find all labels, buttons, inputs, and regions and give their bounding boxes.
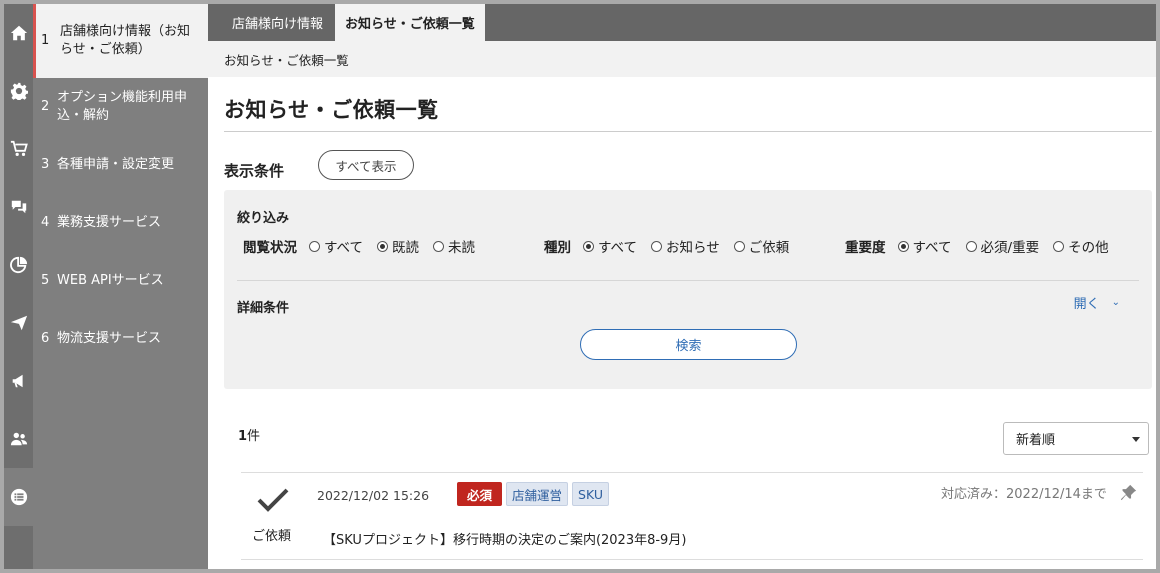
sort-value: 新着順: [1016, 433, 1056, 448]
pin-icon[interactable]: [1120, 484, 1137, 501]
users-icon[interactable]: [4, 410, 33, 468]
sidebar-item-label: 各種申請・設定変更: [57, 157, 175, 172]
divider: [241, 472, 1143, 473]
radio-read-unread[interactable]: 未読: [433, 236, 475, 256]
sidebar-item-store-info[interactable]: 1 店舗様向け情報（お知らせ・ご依頼）: [33, 4, 208, 78]
breadcrumb: お知らせ・ご依頼一覧: [208, 41, 1156, 77]
filter-group-label: 閲覧状況: [243, 240, 297, 256]
sidebar-item-label: 業務支援サービス: [57, 215, 162, 230]
radio-dot: [309, 240, 320, 252]
radio-label: すべて: [598, 240, 638, 256]
app-frame: 1 店舗様向け情報（お知らせ・ご依頼） 2 オプション機能利用申込・解約 3 各…: [4, 4, 1156, 569]
sidebar-item-applications[interactable]: 3 各種申請・設定変更: [33, 136, 208, 194]
tab-store-info[interactable]: 店舗様向け情報: [208, 4, 335, 41]
sidebar-item-web-api[interactable]: 5 WEB APIサービス: [33, 252, 208, 310]
sidebar-item-logistics[interactable]: 6 物流支援サービス: [33, 310, 208, 368]
sidebar-item-label: 物流支援サービス: [57, 331, 162, 346]
search-button[interactable]: 検索: [580, 329, 797, 360]
radio-label: 未読: [448, 240, 476, 256]
filter-group-type: 種別 すべて お知らせ ご依頼: [544, 236, 803, 256]
radio-dot: [897, 240, 909, 252]
radio-dot: [583, 240, 594, 252]
open-details-link[interactable]: 開く ⌄: [1074, 293, 1120, 312]
radio-dot: [965, 240, 977, 252]
tab-notice-list[interactable]: お知らせ・ご依頼一覧: [335, 4, 485, 41]
radio-label: すべて: [324, 240, 364, 256]
filter-group-importance: 重要度 すべて 必須/重要 その他: [845, 236, 1123, 256]
item-date: 2022/12/02 15:26: [317, 488, 430, 503]
list-icon[interactable]: [4, 468, 33, 526]
radio-read-all[interactable]: すべて: [309, 236, 363, 256]
radio-dot: [651, 240, 663, 252]
item-title-link[interactable]: 【SKUプロジェクト】移行時期の決定のご案内(2023年8-9月): [323, 529, 686, 548]
icon-rail: [4, 4, 33, 569]
item-kind: ご依頼: [252, 529, 292, 544]
sort-select[interactable]: 新着順: [1003, 422, 1149, 455]
sidebar-item-number: 4: [41, 215, 50, 230]
sidebar-item-number: 3: [41, 157, 50, 172]
radio-label: 必須/重要: [980, 240, 1040, 256]
chat-icon[interactable]: [4, 178, 33, 236]
result-count: 1件: [238, 425, 260, 444]
sidebar-item-number: 1: [41, 33, 50, 48]
checkmark-icon: [257, 488, 289, 512]
conditions-label: 表示条件: [224, 162, 285, 180]
radio-type-request[interactable]: ご依頼: [733, 236, 790, 256]
radio-dot: [377, 240, 389, 252]
sidebar-item-number: 6: [41, 331, 50, 346]
divider: [241, 559, 1143, 560]
paper-plane-icon[interactable]: [4, 294, 33, 352]
radio-dot: [1053, 240, 1065, 252]
divider: [237, 280, 1139, 281]
filter-group-read-status: 閲覧状況 すべて 既読 未読: [243, 236, 489, 256]
pie-chart-icon[interactable]: [4, 236, 33, 294]
radio-label: 既読: [392, 240, 420, 256]
required-badge: 必須: [457, 482, 503, 506]
open-details-label: 開く: [1073, 297, 1100, 312]
sidebar-item-number: 2: [41, 99, 50, 114]
sidebar-item-label: WEB APIサービス: [57, 273, 164, 288]
radio-read-read[interactable]: 既読: [377, 236, 419, 256]
tag-badge: SKU: [572, 482, 609, 506]
home-icon[interactable]: [4, 4, 33, 62]
radio-type-all[interactable]: すべて: [583, 236, 637, 256]
caret-down-icon: [1132, 437, 1140, 442]
tab-bar: 店舗様向け情報 お知らせ・ご依頼一覧: [208, 4, 1156, 41]
divider: [224, 131, 1152, 132]
filter-panel: 絞り込み 閲覧状況 すべて 既読 未読 種別 すべて お知らせ ご依頼 重要度 …: [224, 190, 1152, 389]
sidebar-item-label: 店舗様向け情報（お知らせ・ご依頼）: [60, 24, 191, 57]
radio-dot: [733, 240, 745, 252]
result-count-number: 1: [238, 429, 248, 444]
gear-icon[interactable]: [4, 62, 33, 120]
sidebar-item-business-support[interactable]: 4 業務支援サービス: [33, 194, 208, 252]
result-count-unit: 件: [247, 429, 261, 444]
chevron-down-icon: ⌄: [1111, 297, 1120, 308]
main-content: お知らせ・ご依頼一覧 表示条件 すべて表示 絞り込み 閲覧状況 すべて 既読 未…: [208, 77, 1156, 569]
radio-label: ご依頼: [748, 240, 790, 256]
radio-importance-other[interactable]: その他: [1053, 236, 1109, 256]
megaphone-icon[interactable]: [4, 352, 33, 410]
radio-type-notice[interactable]: お知らせ: [651, 236, 720, 256]
item-badges: 必須 店舗運営 SKU: [457, 482, 613, 506]
cart-icon[interactable]: [4, 120, 33, 178]
radio-importance-all[interactable]: すべて: [897, 236, 952, 256]
show-all-button[interactable]: すべて表示: [318, 150, 414, 180]
sidebar-item-options[interactable]: 2 オプション機能利用申込・解約: [33, 78, 208, 136]
filter-title: 絞り込み: [237, 211, 290, 226]
radio-dot: [433, 240, 445, 252]
detail-conditions-label: 詳細条件: [237, 301, 290, 316]
item-due-status: 対応済み：2022/12/14まで: [941, 487, 1107, 502]
radio-label: すべて: [912, 240, 952, 256]
page-title: お知らせ・ご依頼一覧: [224, 98, 439, 122]
sidebar-menu: 1 店舗様向け情報（お知らせ・ご依頼） 2 オプション機能利用申込・解約 3 各…: [33, 4, 208, 569]
filter-group-label: 重要度: [845, 240, 886, 256]
radio-label: その他: [1068, 240, 1109, 256]
sidebar-item-number: 5: [41, 273, 50, 288]
breadcrumb-current: お知らせ・ご依頼一覧: [224, 52, 349, 68]
radio-importance-required[interactable]: 必須/重要: [965, 236, 1040, 256]
tag-badge: 店舗運営: [506, 482, 569, 506]
radio-label: お知らせ: [666, 240, 720, 256]
filter-group-label: 種別: [544, 240, 571, 256]
sidebar-item-label: オプション機能利用申込・解約: [57, 90, 188, 123]
